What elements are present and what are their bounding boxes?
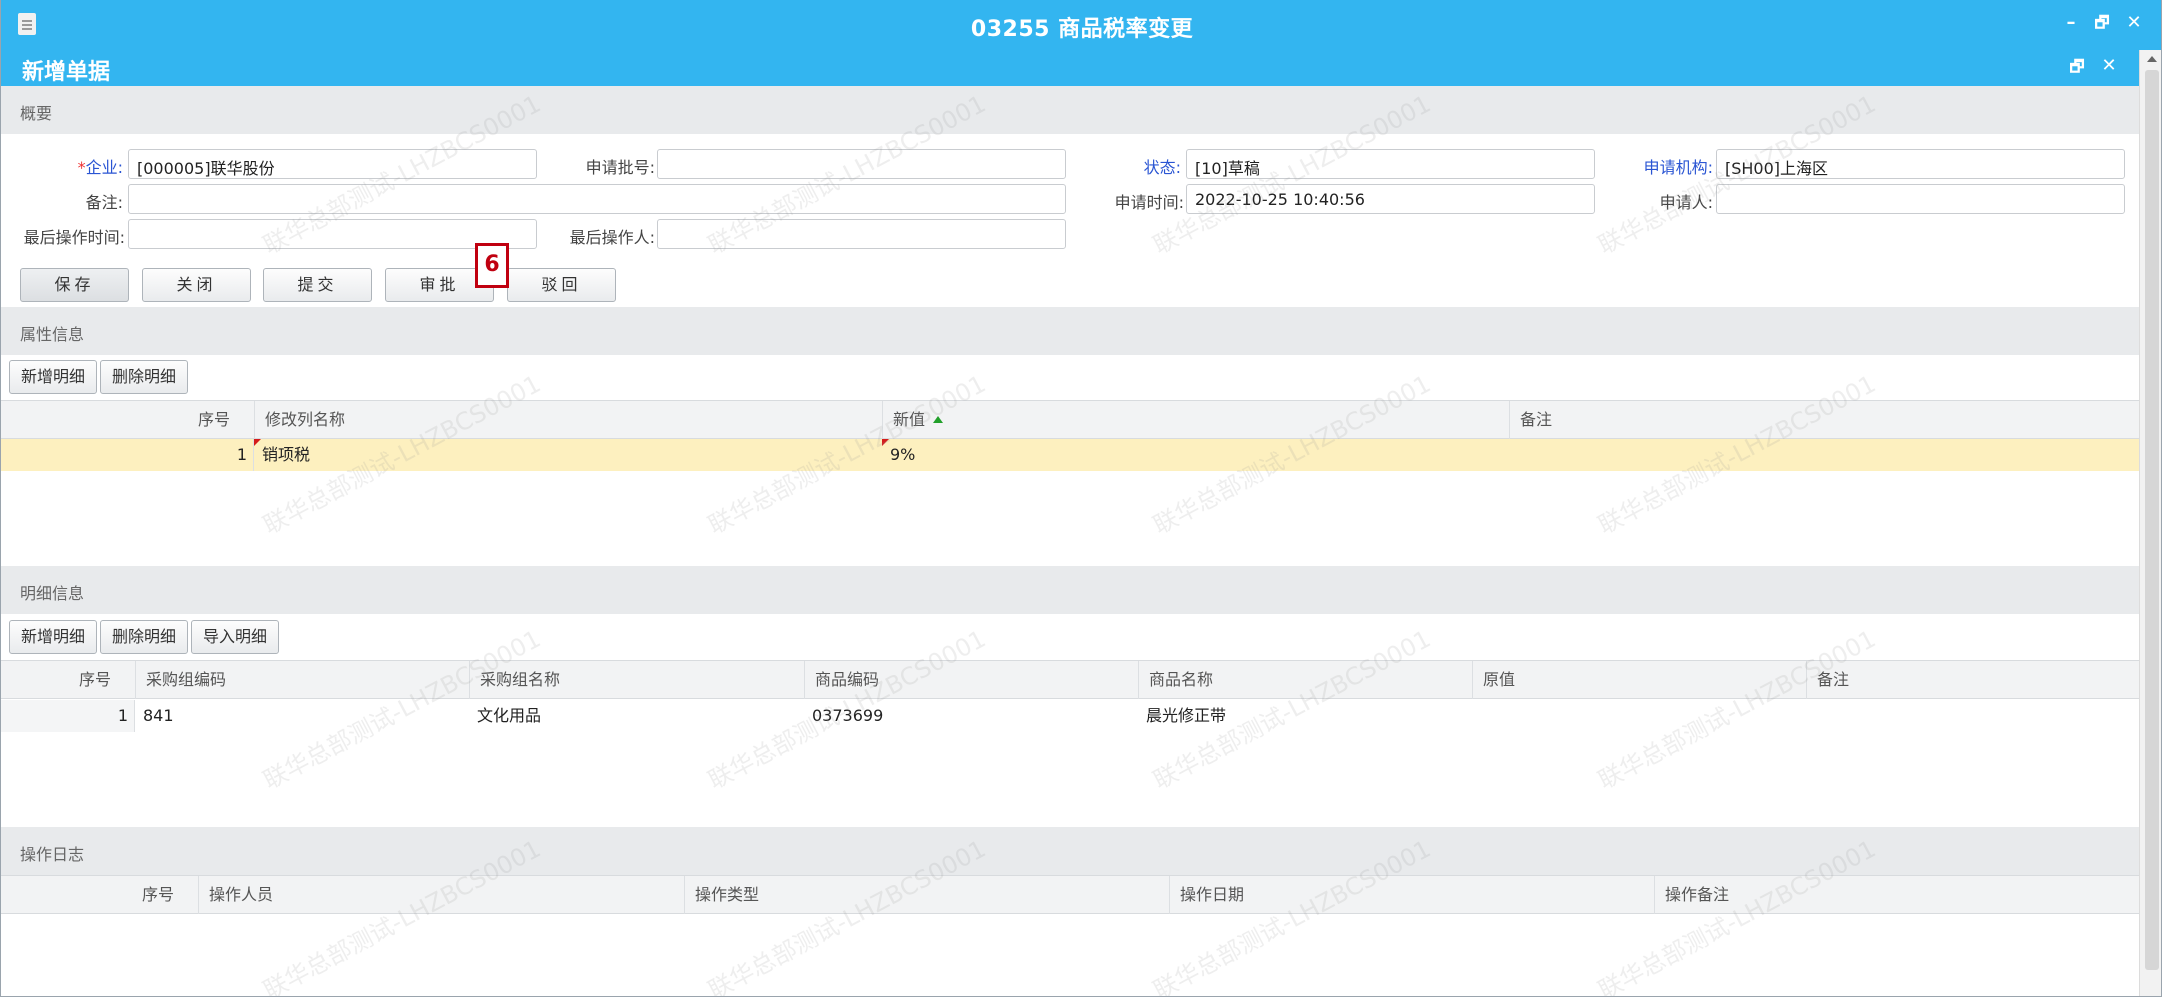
row-seq-cell: 1 bbox=[1, 439, 254, 471]
org-label: 申请机构: bbox=[1643, 158, 1713, 177]
document-window: 03255 商品税率变更 – 🗗 ✕ 新增单据 🗗 ✕ 概要 *企业: [000… bbox=[0, 0, 2162, 997]
submit-button[interactable]: 提交 bbox=[263, 268, 372, 302]
column-header[interactable]: 商品名称 bbox=[1138, 661, 1472, 699]
remark-cell[interactable] bbox=[1806, 700, 2139, 732]
panel-close-icon[interactable]: ✕ bbox=[2099, 55, 2119, 76]
batch-no-label: 申请批号: bbox=[585, 158, 655, 177]
sort-ascending-icon bbox=[933, 416, 944, 423]
section-log-title: 操作日志 bbox=[20, 845, 85, 864]
group-name-cell[interactable]: 文化用品 bbox=[469, 700, 804, 732]
status-field[interactable]: [10]草稿 bbox=[1186, 149, 1595, 179]
column-header[interactable]: 操作备注 bbox=[1654, 876, 2139, 914]
panel-titlebar: 新增单据 🗗 ✕ bbox=[1, 50, 2139, 86]
close-button[interactable]: 关闭 bbox=[142, 268, 251, 302]
section-summary-header: 概要 bbox=[1, 86, 2139, 134]
annotation-step-badge: 6 bbox=[475, 243, 509, 288]
last-op-time-label: 最后操作时间: bbox=[23, 228, 125, 247]
apply-time-field[interactable]: 2022-10-25 10:40:56 bbox=[1186, 184, 1595, 214]
applicant-label: 申请人: bbox=[1659, 193, 1713, 212]
last-operator-field[interactable] bbox=[657, 219, 1066, 249]
detail-add-button[interactable]: 新增明细 bbox=[9, 620, 97, 654]
attr-add-detail-button[interactable]: 新增明细 bbox=[9, 360, 97, 394]
remark-cell[interactable] bbox=[1509, 439, 2139, 471]
scrollbar-thumb[interactable] bbox=[2145, 70, 2159, 970]
column-header[interactable]: 商品编码 bbox=[804, 661, 1138, 699]
section-summary-title: 概要 bbox=[20, 104, 53, 123]
last-operator-label: 最后操作人: bbox=[569, 228, 655, 247]
applicant-field[interactable] bbox=[1716, 184, 2125, 214]
required-mark: * bbox=[77, 158, 86, 177]
section-attributes-header: 属性信息 bbox=[1, 307, 2139, 355]
column-header[interactable]: 操作类型 bbox=[684, 876, 1169, 914]
remark-field[interactable] bbox=[128, 184, 1066, 214]
column-header[interactable]: 序号 bbox=[1, 401, 254, 439]
item-code-cell[interactable]: 0373699 bbox=[804, 700, 1138, 732]
column-header[interactable]: 操作日期 bbox=[1169, 876, 1654, 914]
table-row[interactable]: 1 841 文化用品 0373699 晨光修正带 bbox=[1, 700, 2139, 732]
log-grid-header: 序号 操作人员 操作类型 操作日期 操作备注 bbox=[1, 875, 2139, 914]
row-seq-cell: 1 bbox=[1, 700, 135, 732]
org-field[interactable]: [SH00]上海区 bbox=[1716, 149, 2125, 179]
scroll-up-icon[interactable] bbox=[2147, 56, 2157, 62]
details-grid-header: 序号 采购组编码 采购组名称 商品编码 商品名称 原值 备注 bbox=[1, 660, 2139, 699]
section-log-header: 操作日志 bbox=[1, 827, 2139, 875]
attributes-grid-header: 序号 修改列名称 新值 备注 bbox=[1, 400, 2139, 439]
detail-import-button[interactable]: 导入明细 bbox=[191, 620, 279, 654]
enterprise-field[interactable]: [000005]联华股份 bbox=[128, 149, 537, 179]
new-value-cell[interactable]: 9% bbox=[882, 439, 1509, 471]
window-close-icon[interactable]: ✕ bbox=[2124, 12, 2144, 33]
column-header[interactable]: 备注 bbox=[1509, 401, 2139, 439]
panel-restore-icon[interactable]: 🗗 bbox=[2067, 56, 2087, 83]
column-header[interactable]: 序号 bbox=[1, 661, 135, 699]
window-title: 03255 商品税率变更 bbox=[970, 17, 1194, 42]
column-header[interactable]: 采购组编码 bbox=[135, 661, 469, 699]
section-attributes-title: 属性信息 bbox=[20, 325, 85, 344]
group-code-cell[interactable]: 841 bbox=[135, 700, 469, 732]
status-label: 状态: bbox=[1143, 158, 1181, 177]
section-details-title: 明细信息 bbox=[20, 584, 85, 603]
detail-delete-button[interactable]: 删除明细 bbox=[100, 620, 188, 654]
column-header[interactable]: 采购组名称 bbox=[469, 661, 804, 699]
table-row[interactable]: 1 销项税 9% bbox=[1, 439, 2139, 471]
remark-label: 备注: bbox=[85, 193, 123, 212]
column-header[interactable]: 操作人员 bbox=[198, 876, 684, 914]
minimize-icon[interactable]: – bbox=[2061, 12, 2081, 33]
column-header[interactable]: 新值 bbox=[882, 401, 1509, 439]
column-header[interactable]: 备注 bbox=[1806, 661, 2139, 699]
batch-no-field[interactable] bbox=[657, 149, 1066, 179]
column-name-cell[interactable]: 销项税 bbox=[254, 439, 882, 471]
save-button[interactable]: 保存 bbox=[20, 268, 129, 302]
column-header[interactable]: 修改列名称 bbox=[254, 401, 882, 439]
section-details-header: 明细信息 bbox=[1, 566, 2139, 614]
enterprise-label: *企业: bbox=[77, 158, 123, 177]
attr-delete-detail-button[interactable]: 删除明细 bbox=[100, 360, 188, 394]
panel-title: 新增单据 bbox=[22, 60, 111, 85]
item-name-cell[interactable]: 晨光修正带 bbox=[1138, 700, 1472, 732]
reject-button[interactable]: 驳回 bbox=[507, 268, 616, 302]
restore-icon[interactable]: 🗗 bbox=[2092, 12, 2112, 39]
column-header[interactable]: 原值 bbox=[1472, 661, 1806, 699]
old-value-cell[interactable] bbox=[1472, 700, 1806, 732]
column-header[interactable]: 序号 bbox=[1, 876, 198, 914]
apply-time-label: 申请时间: bbox=[1114, 193, 1184, 212]
vertical-scrollbar[interactable] bbox=[2139, 50, 2161, 996]
window-titlebar: 03255 商品税率变更 – 🗗 ✕ bbox=[1, 0, 2161, 50]
